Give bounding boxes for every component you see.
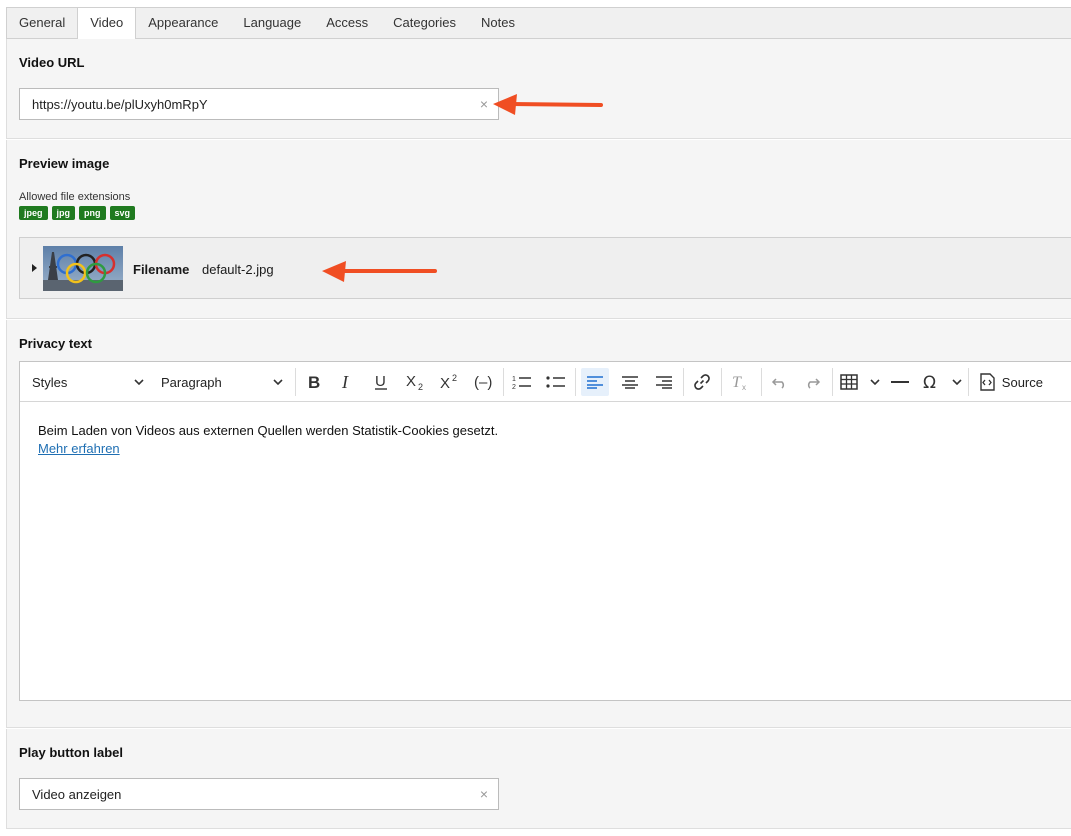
extension-badge: svg	[109, 206, 136, 220]
svg-text:X: X	[406, 373, 416, 390]
tab-video[interactable]: Video	[77, 8, 137, 40]
chevron-down-icon	[952, 379, 962, 385]
svg-text:2: 2	[512, 384, 516, 390]
mehr-erfahren-link[interactable]: Mehr erfahren	[38, 441, 120, 456]
special-characters-button[interactable]: Ω	[922, 362, 962, 402]
numbered-list-icon[interactable]: 12	[510, 362, 534, 402]
extension-badges: jpeg jpg png svg	[19, 206, 136, 220]
svg-text:2: 2	[418, 382, 423, 391]
format-dropdown-label: Paragraph	[161, 374, 222, 390]
svg-text:1: 1	[512, 376, 516, 383]
superscript-icon[interactable]: X2	[438, 362, 462, 402]
insert-table-button[interactable]	[840, 362, 880, 402]
align-left-icon[interactable]	[581, 368, 609, 396]
preview-thumbnail	[43, 246, 123, 291]
svg-text:I: I	[341, 374, 349, 390]
svg-text:Ω: Ω	[923, 373, 936, 391]
soft-hyphen-icon[interactable]: (–)	[472, 362, 496, 402]
svg-text:U: U	[375, 373, 386, 390]
filename-key: Filename	[133, 262, 190, 277]
table-icon	[840, 374, 858, 390]
align-center-icon[interactable]	[618, 362, 642, 402]
extension-badge: jpeg	[19, 206, 48, 220]
video-url-input[interactable]: https://youtu.be/plUxyh0mRpY ×	[19, 88, 499, 120]
tab-appearance[interactable]: Appearance	[136, 8, 231, 39]
svg-text:2: 2	[452, 373, 457, 383]
play-button-label-input[interactable]: Video anzeigen ×	[19, 778, 499, 810]
chevron-down-icon	[134, 379, 144, 385]
rich-text-editor[interactable]: Styles Paragraph B I U X2 X2 (–) 1 2 T x…	[19, 361, 1071, 701]
annotation-arrow-icon	[493, 94, 603, 115]
undo-icon[interactable]	[768, 362, 792, 402]
subscript-icon[interactable]: X2	[404, 362, 428, 402]
tab-general[interactable]: General	[7, 8, 78, 39]
tab-bar: General Video Appearance Language Access…	[6, 7, 1071, 40]
format-dropdown[interactable]: Paragraph	[161, 362, 283, 402]
styles-dropdown[interactable]: Styles	[32, 362, 144, 402]
allowed-extensions-label: Allowed file extensions	[19, 191, 131, 203]
align-right-icon[interactable]	[652, 362, 676, 402]
play-button-label-title: Play button label	[19, 745, 124, 760]
redo-icon[interactable]	[800, 362, 824, 402]
svg-text:X: X	[440, 375, 450, 391]
video-url-section: Video URL https://youtu.be/plUxyh0mRpY ×	[6, 39, 1071, 139]
svg-text:(–): (–)	[474, 374, 492, 391]
play-button-label-section: Play button label Video anzeigen ×	[6, 729, 1071, 829]
underline-icon[interactable]: U	[370, 362, 392, 402]
link-icon[interactable]	[690, 362, 714, 402]
extension-badge: jpg	[51, 206, 76, 220]
source-code-icon	[980, 373, 995, 391]
source-button-label: Source	[1001, 374, 1043, 390]
file-reference-row[interactable]: Filename default-2.jpg	[19, 237, 1071, 299]
video-url-label: Video URL	[19, 55, 85, 70]
tab-access[interactable]: Access	[314, 8, 381, 39]
privacy-text-section: Privacy text Styles Paragraph B I U X2 X…	[6, 320, 1071, 728]
editor-toolbar: Styles Paragraph B I U X2 X2 (–) 1 2 T x…	[20, 362, 1071, 402]
remove-format-icon[interactable]: Tx	[728, 362, 752, 402]
privacy-body-text: Beim Laden von Videos aus externen Quell…	[38, 423, 499, 438]
horizontal-line-icon[interactable]	[888, 362, 912, 402]
expand-caret-icon[interactable]	[32, 264, 37, 272]
play-button-label-value: Video anzeigen	[32, 787, 122, 802]
omega-icon: Ω	[923, 373, 936, 391]
bold-icon[interactable]: B	[303, 362, 325, 402]
privacy-text-label: Privacy text	[19, 336, 92, 351]
tab-notes[interactable]: Notes	[469, 8, 528, 39]
svg-text:x: x	[742, 383, 746, 391]
preview-image-section: Preview image Allowed file extensions jp…	[6, 140, 1071, 319]
annotation-arrow-icon	[322, 261, 437, 282]
tab-categories[interactable]: Categories	[381, 8, 469, 39]
preview-image-label: Preview image	[19, 156, 110, 171]
chevron-down-icon	[273, 379, 283, 385]
bullet-list-icon[interactable]	[544, 362, 568, 402]
chevron-down-icon	[870, 379, 880, 385]
video-url-clear-icon[interactable]: ×	[480, 96, 488, 112]
source-button[interactable]: Source	[977, 362, 1043, 402]
italic-icon[interactable]: I	[336, 362, 358, 402]
tab-language[interactable]: Language	[231, 8, 314, 39]
video-url-value: https://youtu.be/plUxyh0mRpY	[32, 97, 208, 112]
svg-text:B: B	[308, 374, 320, 390]
styles-dropdown-label: Styles	[32, 374, 68, 390]
extension-badge: png	[79, 206, 106, 220]
play-button-clear-icon[interactable]: ×	[480, 786, 488, 802]
svg-text:T: T	[732, 374, 742, 391]
editor-content[interactable]: Beim Laden von Videos aus externen Quell…	[38, 422, 498, 458]
filename-value: default-2.jpg	[202, 262, 274, 277]
